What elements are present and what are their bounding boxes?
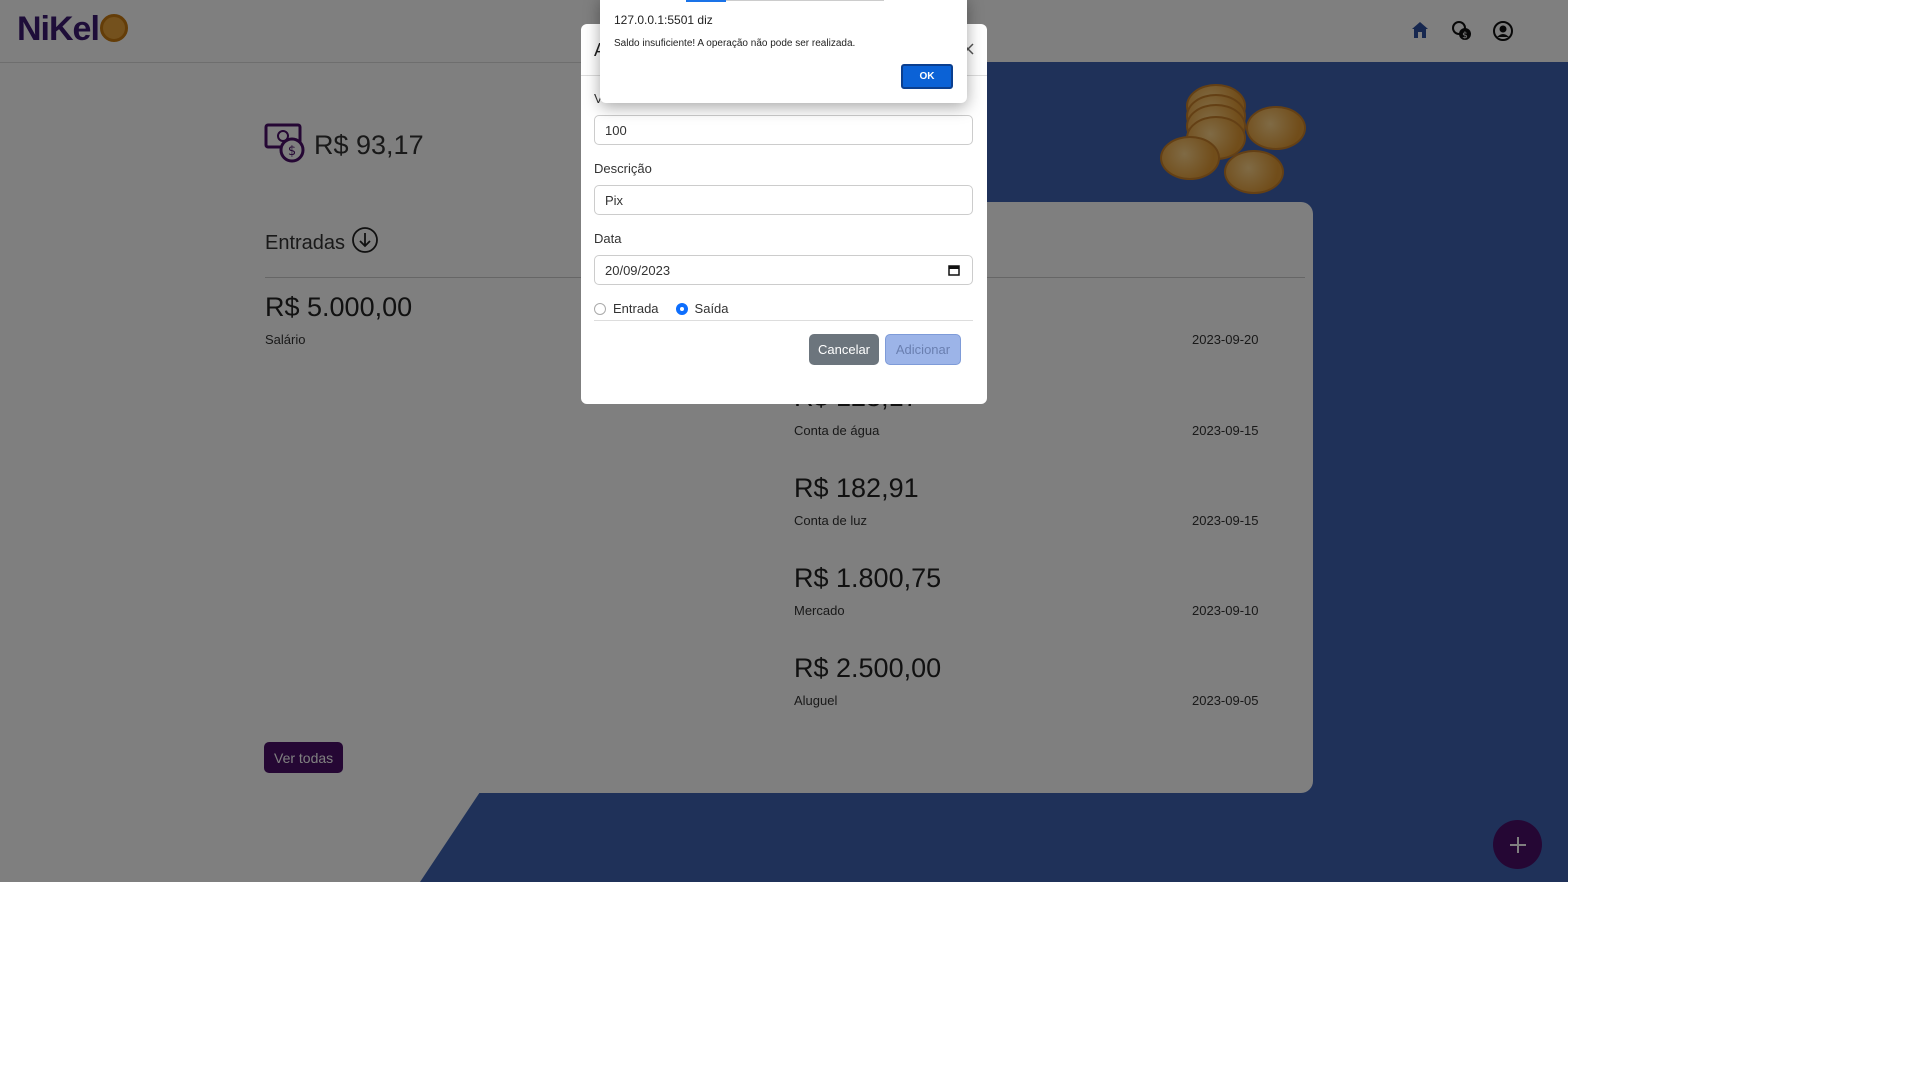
date-input[interactable]: 20/09/2023: [594, 255, 973, 285]
calendar-icon[interactable]: [948, 264, 960, 276]
add-button[interactable]: Adicionar: [885, 334, 961, 365]
alert-origin: 127.0.0.1:5501 diz: [614, 13, 713, 27]
browser-alert-dialog: 127.0.0.1:5501 diz Saldo insuficiente! A…: [600, 0, 967, 103]
description-input[interactable]: Pix: [594, 185, 973, 215]
description-input-text: Pix: [605, 192, 624, 208]
saida-label[interactable]: Saída: [695, 301, 729, 316]
alert-ok-button[interactable]: OK: [901, 64, 953, 89]
value-input[interactable]: 100: [594, 115, 973, 145]
alert-message: Saldo insuficiente! A operação não pode …: [614, 38, 856, 49]
alert-top-bar: [686, 0, 884, 2]
saida-radio[interactable]: [675, 302, 688, 315]
entrada-label[interactable]: Entrada: [613, 301, 659, 316]
transaction-type-group: Entrada Saída: [594, 301, 729, 316]
modal-footer-divider: [594, 320, 973, 321]
date-label: Data: [594, 231, 622, 246]
value-input-text: 100: [605, 122, 627, 138]
entrada-radio[interactable]: [594, 302, 606, 315]
description-label: Descrição: [594, 161, 652, 176]
cancel-button[interactable]: Cancelar: [809, 334, 879, 365]
date-input-text: 20/09/2023: [605, 262, 671, 278]
